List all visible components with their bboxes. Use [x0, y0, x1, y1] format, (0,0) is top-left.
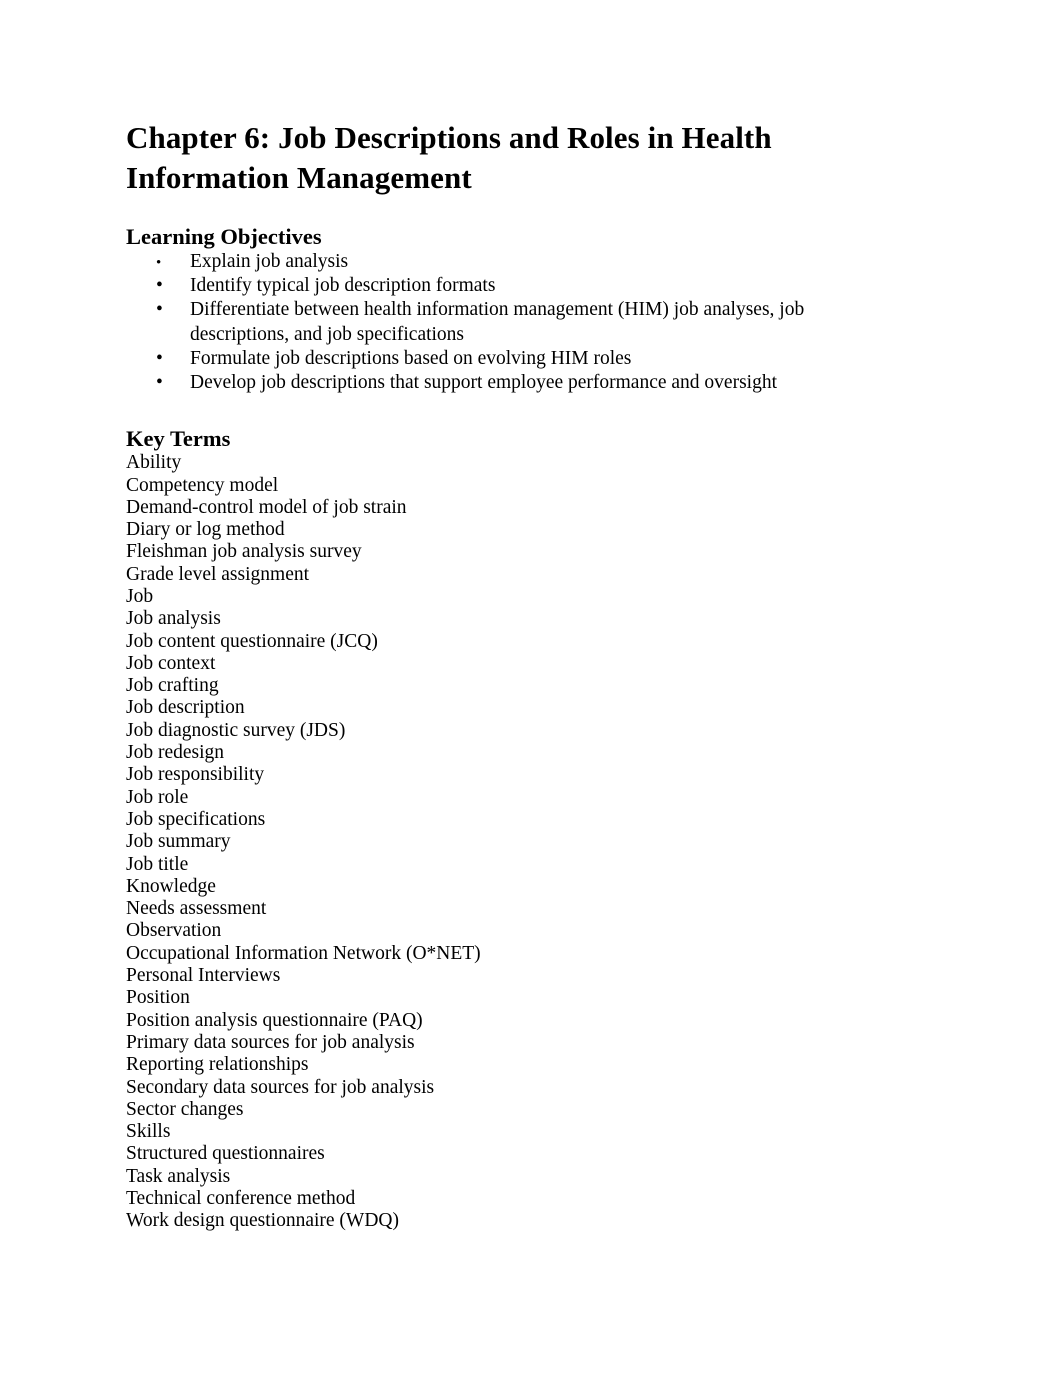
learning-objective-text: Differentiate between health information…: [190, 299, 805, 345]
key-term-item: Job title: [126, 853, 189, 875]
key-terms-heading: Key Terms: [126, 426, 231, 452]
bullet-icon: •: [156, 299, 163, 321]
key-term-item: Fleishman job analysis survey: [126, 541, 362, 563]
key-term-item: Knowledge: [126, 875, 216, 897]
key-term-item: Work design questionnaire (WDQ): [126, 1210, 399, 1232]
document-body: Chapter 6: Job Descriptions and Roles in…: [126, 118, 852, 1233]
key-terms-list: Ability Competency model Demand-control mo…: [126, 452, 852, 1232]
bullet-icon: •: [156, 372, 163, 394]
key-term-item: Job analysis: [126, 608, 221, 630]
learning-objectives-heading: Learning Objectives: [126, 224, 322, 249]
key-term-item: Primary data sources for job analysis: [126, 1031, 415, 1053]
key-term-item: Reporting relationships: [126, 1054, 309, 1076]
key-term-item: Secondary data sources for job analysis: [126, 1076, 435, 1098]
key-term-item: Job description: [126, 697, 245, 719]
learning-objectives-list: • Explain job analysis • Identify typical j…: [126, 250, 852, 395]
key-term-item: Ability: [126, 452, 182, 474]
key-term-item: Observation: [126, 920, 222, 942]
key-term-item: Structured questionnaires: [126, 1143, 325, 1165]
key-term-item: Sector changes: [126, 1098, 244, 1120]
key-term-item: Job redesign: [126, 742, 225, 764]
key-term-item: Job summary: [126, 831, 231, 853]
key-term-item: Job crafting: [126, 675, 219, 697]
key-term-item: Occupational Information Network (O*NET): [126, 942, 481, 964]
list-item: • Develop job descriptions that support e…: [126, 371, 852, 395]
key-term-item: Job: [126, 586, 154, 607]
list-item: • Identify typical job description format…: [126, 274, 852, 298]
learning-objective-text: Develop job descriptions that support em…: [190, 372, 777, 394]
document-page: Chapter 6: Job Descriptions and Roles in…: [0, 0, 1062, 1377]
key-term-item: Position: [126, 987, 190, 1009]
list-item: • Formulate job descriptions based on evo…: [126, 347, 852, 371]
learning-objective-text: Identify typical job description formats: [190, 275, 496, 297]
key-term-item: Job responsibility: [126, 764, 265, 786]
key-term-item: Task analysis: [126, 1165, 231, 1187]
key-term-item: Job content questionnaire (JCQ): [126, 630, 378, 652]
learning-objective-text: Explain job analysis: [190, 251, 349, 272]
key-term-item: Diary or log method: [126, 519, 285, 541]
list-item: • Differentiate between health informatio…: [126, 298, 852, 346]
bullet-icon: •: [156, 347, 163, 369]
bullet-icon: •: [156, 275, 163, 297]
key-term-item: Skills: [126, 1121, 171, 1143]
bullet-icon: •: [156, 255, 162, 271]
key-term-item: Needs assessment: [126, 898, 267, 920]
key-term-item: Technical conference method: [126, 1188, 356, 1210]
key-term-item: Position analysis questionnaire (PAQ): [126, 1009, 423, 1031]
page-title: Chapter 6: Job Descriptions and Roles in…: [126, 120, 772, 195]
key-term-item: Personal Interviews: [126, 965, 281, 987]
key-term-item: Demand-control model of job strain: [126, 496, 407, 518]
key-term-item: Job diagnostic survey (JDS): [126, 719, 346, 741]
key-term-item: Job context: [126, 652, 216, 674]
key-term-item: Competency model: [126, 474, 279, 496]
key-term-item: Grade level assignment: [126, 563, 310, 585]
key-term-item: Job role: [126, 786, 189, 808]
key-term-item: Job specifications: [126, 808, 266, 830]
learning-objective-text: Formulate job descriptions based on evol…: [190, 347, 632, 369]
list-item: • Explain job analysis: [126, 250, 852, 274]
